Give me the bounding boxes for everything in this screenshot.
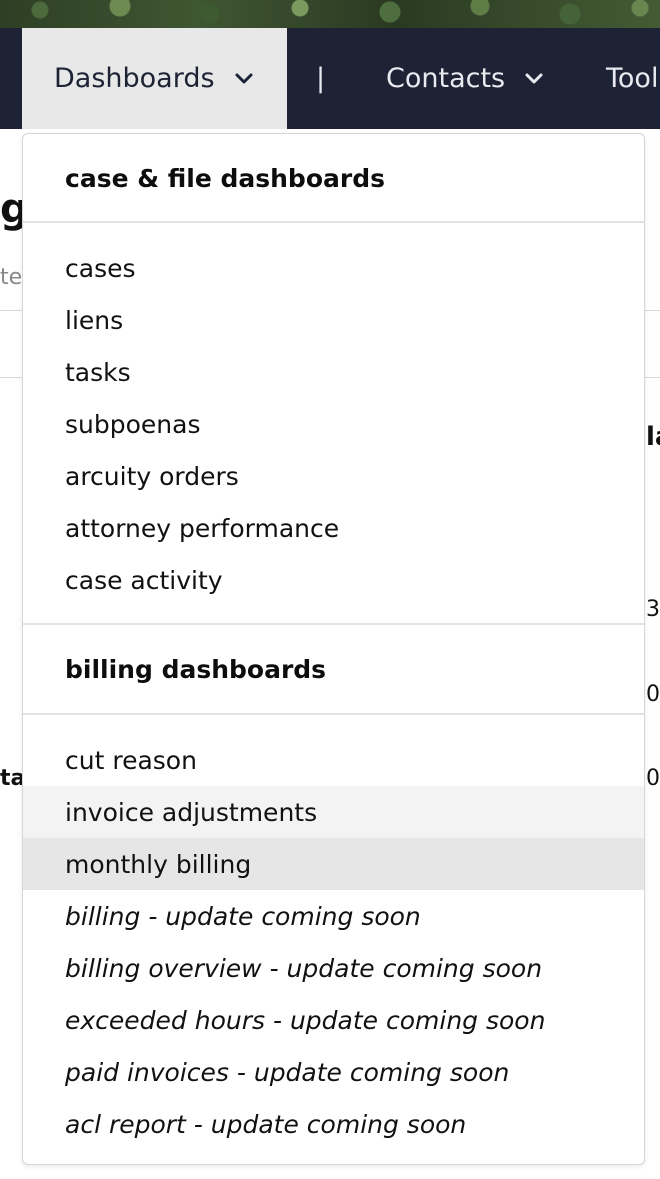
menu-item-arcuity-orders[interactable]: arcuity orders — [23, 450, 644, 502]
menu-item-subpoenas[interactable]: subpoenas — [23, 398, 644, 450]
page-divider — [645, 310, 660, 311]
menu-item-exceeded-hours-coming-soon[interactable]: exceeded hours - update coming soon — [23, 994, 644, 1046]
menu-item-paid-invoices-coming-soon[interactable]: paid invoices - update coming soon — [23, 1046, 644, 1098]
nav-tools[interactable]: Tool — [606, 28, 658, 129]
page-divider — [0, 377, 22, 378]
nav-contacts[interactable]: Contacts — [386, 28, 545, 129]
page-label-fragment: la — [646, 422, 660, 452]
section-header-case-file: case & file dashboards — [65, 163, 385, 193]
menu-item-cut-reason[interactable]: cut reason — [23, 734, 644, 786]
section-divider — [23, 221, 644, 223]
nav-dashboards-label: Dashboards — [54, 63, 215, 94]
page-divider — [0, 310, 22, 311]
menu-item-invoice-adjustments[interactable]: invoice adjustments — [23, 786, 644, 838]
page-label-fragment: ta — [0, 766, 22, 791]
hero-banner-image — [0, 0, 660, 28]
menu-item-cases[interactable]: cases — [23, 242, 644, 294]
page-subtitle-fragment: te — [0, 265, 22, 290]
nav-tools-label: Tool — [606, 63, 659, 94]
section-divider — [23, 713, 644, 715]
nav-dashboards[interactable]: Dashboards — [22, 28, 287, 129]
menu-item-monthly-billing[interactable]: monthly billing — [23, 838, 644, 890]
menu-item-attorney-performance[interactable]: attorney performance — [23, 502, 644, 554]
nav-contacts-label: Contacts — [386, 63, 506, 94]
menu-item-billing-overview-coming-soon[interactable]: billing overview - update coming soon — [23, 942, 644, 994]
dashboards-dropdown-menu: case & file dashboards cases liens tasks… — [22, 133, 645, 1165]
page-heading-fragment: g — [0, 186, 22, 232]
chevron-down-icon — [233, 68, 255, 90]
nav-separator: | — [316, 63, 326, 94]
menu-item-case-activity[interactable]: case activity — [23, 554, 644, 606]
page-value-fragment: 0. — [646, 766, 660, 791]
page-divider — [645, 377, 660, 378]
menu-item-billing-coming-soon[interactable]: billing - update coming soon — [23, 890, 644, 942]
page-value-fragment: 35 — [646, 597, 660, 622]
chevron-down-icon — [523, 68, 545, 90]
section-header-billing: billing dashboards — [65, 654, 327, 684]
top-navbar: Dashboards | Contacts Tool — [0, 28, 660, 129]
menu-item-tasks[interactable]: tasks — [23, 346, 644, 398]
menu-item-acl-report-coming-soon[interactable]: acl report - update coming soon — [23, 1098, 644, 1150]
page-value-fragment: 0. — [646, 682, 660, 707]
menu-item-liens[interactable]: liens — [23, 294, 644, 346]
